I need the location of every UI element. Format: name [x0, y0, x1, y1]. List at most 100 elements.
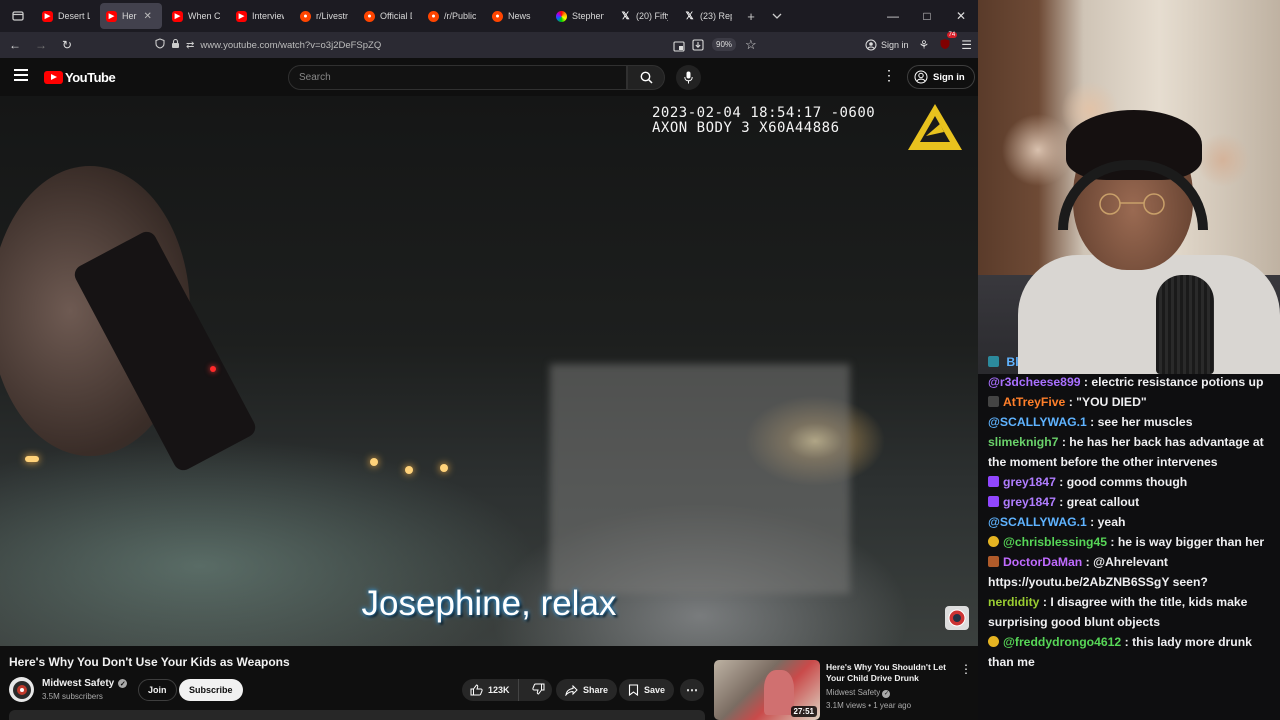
reddit-favicon-icon: ●	[492, 10, 503, 22]
shield-icon[interactable]	[155, 38, 165, 52]
minimize-button[interactable]: —	[876, 0, 910, 32]
app-menu-icon[interactable]: ☰	[961, 38, 972, 52]
search-input[interactable]: Search	[288, 65, 627, 90]
url-text[interactable]: www.youtube.com/watch?v=o3j2DeFSpZQ	[200, 40, 381, 51]
chat-username[interactable]: @r3dcheese899	[988, 375, 1081, 389]
download-page-icon[interactable]	[692, 38, 704, 56]
axon-logo-icon	[908, 104, 962, 150]
browser-tab[interactable]: ▶ Interview	[230, 3, 290, 29]
chat-username[interactable]: grey1847	[1003, 495, 1056, 509]
browser-tab-label: Stephen C	[572, 11, 604, 21]
browser-tab[interactable]: ● Official D	[358, 3, 418, 29]
channel-watermark-icon[interactable]	[945, 606, 969, 630]
browser-tab[interactable]: ▶ When Ca	[166, 3, 226, 29]
lock-icon[interactable]	[171, 38, 180, 52]
reload-button[interactable]: ↻	[54, 32, 80, 58]
nbc-favicon-icon	[556, 10, 567, 22]
close-window-button[interactable]: ✕	[944, 0, 978, 32]
zoom-level-badge[interactable]: 90%	[712, 38, 737, 51]
join-button[interactable]: Join	[138, 679, 177, 701]
share-button[interactable]: Share	[556, 679, 618, 701]
chat-username[interactable]: @SCALLYWAG.1	[988, 515, 1087, 529]
browser-tab[interactable]: 𝕏 (20) Fifty	[614, 3, 674, 29]
account-signin-button[interactable]: Sign in	[865, 39, 909, 51]
channel-name-text: Midwest Safety	[42, 678, 115, 689]
save-label: Save	[644, 685, 666, 695]
video-streetlight	[440, 464, 448, 472]
guide-menu-icon[interactable]	[14, 69, 28, 81]
browser-tab[interactable]: ▶ Desert Lo	[36, 3, 96, 29]
chat-message: @r3dcheese899 : electric resistance poti…	[978, 372, 1280, 392]
tab-list-dropdown-icon[interactable]	[764, 0, 790, 32]
browser-tab[interactable]: 𝕏 (23) Repu	[678, 3, 738, 29]
chat-username[interactable]: @freddydrongo4612	[1003, 635, 1121, 649]
channel-avatar[interactable]	[9, 677, 34, 702]
browser-tab[interactable]: ● r/Livestre	[294, 3, 354, 29]
save-button[interactable]: Save	[619, 679, 675, 701]
bookmark-star-icon[interactable]: ☆	[745, 37, 757, 53]
chat-message-text: electric resistance potions up	[1091, 375, 1264, 389]
tab-overview-icon[interactable]	[0, 0, 36, 32]
chat-username[interactable]: @SCALLYWAG.1	[988, 415, 1087, 429]
chat-username[interactable]: grey1847	[1003, 475, 1056, 489]
like-button[interactable]: 123K	[462, 679, 519, 701]
browser-tab[interactable]: Stephen C	[550, 3, 610, 29]
browser-tab-label: Interview	[252, 11, 284, 21]
chat-message: grey1847 : great callout	[978, 492, 1280, 512]
chat-message: @SCALLYWAG.1 : yeah	[978, 512, 1280, 532]
permissions-icon[interactable]: ⇄	[186, 40, 194, 51]
browser-tab-label: (20) Fifty	[636, 11, 668, 21]
subscriber-count: 3.5M subscribers	[42, 692, 103, 701]
chat-message: nerdidity : I disagree with the title, k…	[978, 592, 1280, 632]
chat-separator: :	[1065, 395, 1077, 409]
extension-count-badge: 74	[946, 32, 958, 38]
description-box[interactable]	[9, 710, 705, 720]
search-button[interactable]	[627, 65, 665, 90]
recommended-more-icon[interactable]: ⋮	[960, 662, 972, 676]
star-badge-icon	[988, 536, 999, 547]
browser-tab[interactable]: ▶ Her ✕	[100, 3, 162, 29]
recommended-video-title[interactable]: Here's Why You Shouldn't Let Your Child …	[826, 662, 956, 684]
account-signin-label: Sign in	[880, 40, 909, 50]
ublock-extension-icon[interactable]: 74	[939, 32, 958, 52]
youtube-logo[interactable]: YouTube	[44, 70, 116, 85]
chat-message-text: great callout	[1066, 495, 1140, 509]
subscribe-button[interactable]: Subscribe	[179, 679, 243, 701]
chat-username[interactable]: AtTreyFive	[1003, 395, 1065, 409]
browser-tab-label: When Ca	[188, 11, 220, 21]
close-tab-icon[interactable]: ✕	[144, 11, 152, 22]
voice-search-button[interactable]	[676, 65, 701, 90]
recommended-video-channel[interactable]: Midwest Safety ✓	[826, 688, 891, 698]
picture-in-picture-icon[interactable]	[673, 39, 685, 57]
maximize-button[interactable]: □	[910, 0, 944, 32]
browser-tab[interactable]: ● /r/PublicF	[422, 3, 482, 29]
chat-separator: :	[1121, 635, 1133, 649]
back-button[interactable]: ←	[2, 32, 28, 58]
reddit-favicon-icon: ●	[364, 10, 375, 22]
chat-message: AtTreyFive : "YOU DIED"	[978, 392, 1280, 412]
recommended-video[interactable]: 27:51 Here's Why You Shouldn't Let Your …	[714, 660, 974, 720]
forward-button[interactable]: →	[28, 32, 54, 58]
video-streetlight	[25, 456, 39, 462]
reddit-favicon-icon: ●	[300, 10, 311, 22]
chat-username[interactable]: DoctorDaMan	[1003, 555, 1082, 569]
recommended-video-thumbnail[interactable]: 27:51	[714, 660, 820, 720]
youtube-signin-button[interactable]: Sign in	[907, 65, 975, 89]
like-count: 123K	[488, 685, 510, 695]
account-circle-icon	[914, 70, 928, 84]
youtube-masthead: YouTube Search ⋮ Sign in	[0, 58, 978, 96]
save-playlist-icon	[628, 684, 639, 696]
dislike-button[interactable]	[524, 683, 553, 697]
channel-name[interactable]: Midwest Safety ✓	[42, 678, 128, 689]
new-tab-button[interactable]: +	[738, 0, 764, 32]
video-player[interactable]: 2023-02-04 18:54:17 -0600 AXON BODY 3 X6…	[0, 96, 978, 646]
settings-more-icon[interactable]: ⋮	[882, 68, 896, 82]
extensions-puzzle-icon[interactable]: ⚘	[918, 38, 929, 52]
chat-username[interactable]: slimeknigh7	[988, 435, 1058, 449]
chat-username[interactable]: @chrisblessing45	[1003, 535, 1107, 549]
browser-tab-label: /r/PublicF	[444, 11, 476, 21]
x-favicon-icon: 𝕏	[685, 10, 694, 22]
browser-tab[interactable]: ● News	[486, 3, 546, 29]
more-actions-icon[interactable]: ⋯	[680, 679, 704, 701]
chat-username[interactable]: nerdidity	[988, 595, 1039, 609]
